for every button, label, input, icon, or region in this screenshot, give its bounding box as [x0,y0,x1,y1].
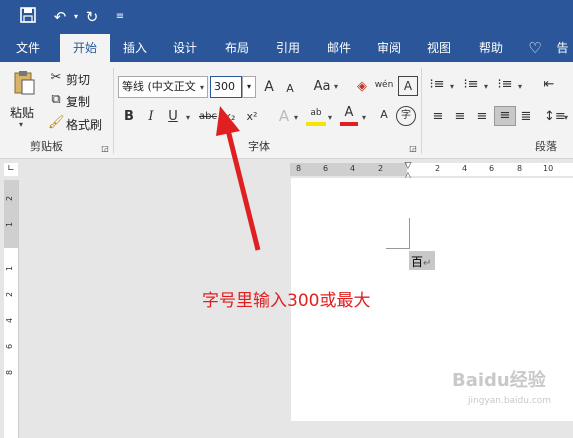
watermark-url: jingyan.baidu.com [468,396,552,406]
annotation-arrow-icon [216,106,261,251]
annotation-text: 字号里输入300或最大 [202,291,371,311]
watermark: Baidu经验 [452,370,546,391]
